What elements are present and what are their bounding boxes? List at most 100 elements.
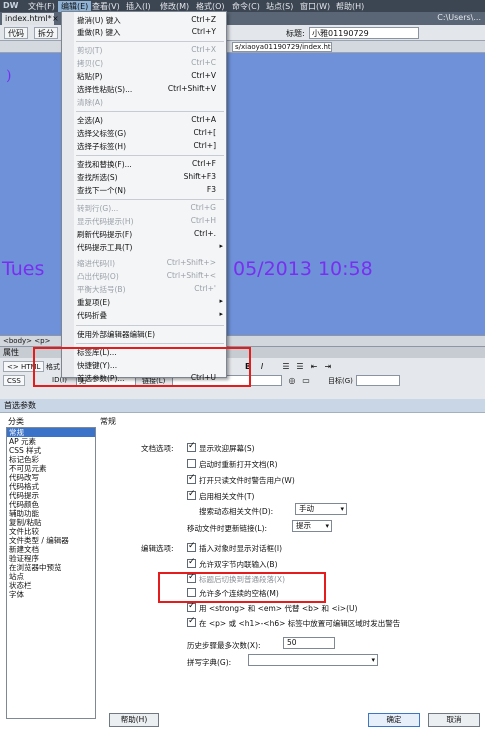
menu-item-paste[interactable]: 粘贴(P) Ctrl+V xyxy=(62,70,226,83)
menu-separator xyxy=(76,325,224,326)
category-item-new-document[interactable]: 新建文档 xyxy=(7,545,95,554)
canvas-ring-text: ) xyxy=(6,68,12,84)
menu-item-go-to-line[interactable]: 转到行(G)... Ctrl+G xyxy=(62,202,226,215)
edit-menu-dropdown: 撤消(U) 键入 Ctrl+Z 重做(R) 键入 Ctrl+Y 剪切(T) Ctrl+… xyxy=(61,11,227,383)
highlight-box-multiple-spaces xyxy=(158,572,326,603)
spelling-dictionary-label: 拼写字典(G): xyxy=(187,658,232,667)
address-input[interactable]: s/xiaoya01190729/index.htm xyxy=(232,42,332,52)
menu-help[interactable]: 帮助(H) xyxy=(336,1,364,12)
help-button[interactable]: 帮助(H) xyxy=(109,713,159,727)
menu-separator xyxy=(76,111,224,112)
split-view-button[interactable]: 拆分 xyxy=(34,27,58,39)
close-icon[interactable]: × xyxy=(52,13,59,25)
category-item-code-coloring[interactable]: 代码颜色 xyxy=(7,500,95,509)
category-item-code-hints[interactable]: 代码提示 xyxy=(7,491,95,500)
target-label: 目标(G) xyxy=(328,377,353,385)
title-label: 标题: xyxy=(286,29,305,38)
category-item-file-types-editors[interactable]: 文件类型 / 编辑器 xyxy=(7,536,95,545)
document-tab[interactable]: index.html* × xyxy=(2,13,59,25)
category-item-code-format[interactable]: 代码格式 xyxy=(7,482,95,491)
menu-item-outdent-code[interactable]: 凸出代码(O) Ctrl+Shift+< xyxy=(62,270,226,283)
menu-item-balance-braces[interactable]: 平衡大括号(B) Ctrl+' xyxy=(62,283,226,296)
menu-item-indent-code[interactable]: 缩进代码(I) Ctrl+Shift+> xyxy=(62,257,226,270)
category-item-file-compare[interactable]: 文件比较 xyxy=(7,527,95,536)
category-item-invisible-elements[interactable]: 不可见元素 xyxy=(7,464,95,473)
category-item-code-rewriting[interactable]: 代码改写 xyxy=(7,473,95,482)
menu-item-cut[interactable]: 剪切(T) Ctrl+X xyxy=(62,44,226,57)
checkbox[interactable] xyxy=(187,441,196,452)
dw-logo: DW xyxy=(3,1,19,10)
history-steps-label: 历史步骤最多次数(X): xyxy=(187,641,261,650)
category-item-validator[interactable]: 验证程序 xyxy=(7,554,95,563)
checkbox[interactable] xyxy=(187,473,196,484)
menu-item-find-replace[interactable]: 查找和替换(F)... Ctrl+F xyxy=(62,158,226,171)
menu-separator xyxy=(76,155,224,156)
menu-item-find-selection[interactable]: 查找所选(S) Shift+F3 xyxy=(62,171,226,184)
menu-item-select-all[interactable]: 全选(A) Ctrl+A xyxy=(62,114,226,127)
browse-folder-icon[interactable]: ▭ xyxy=(300,375,312,386)
category-item-copy-paste[interactable]: 复制/粘贴 xyxy=(7,518,95,527)
cancel-button[interactable]: 取消 xyxy=(428,713,480,727)
category-item-highlighting[interactable]: 标记色彩 xyxy=(7,455,95,464)
highlight-box-preferences xyxy=(33,347,251,387)
ok-button[interactable]: 确定 xyxy=(368,713,420,727)
menu-item-code-collapse[interactable]: 代码折叠 ▸ xyxy=(62,309,226,322)
history-steps-input[interactable]: 50 xyxy=(283,637,335,649)
move-update-select[interactable]: 提示 ▾ xyxy=(292,520,332,532)
menu-item-code-hint-tools[interactable]: 代码提示工具(T) ▸ xyxy=(62,241,226,254)
menu-item-paste-special[interactable]: 选择性粘贴(S)... Ctrl+Shift+V xyxy=(62,83,226,96)
checkbox[interactable] xyxy=(187,601,196,612)
category-item-fonts[interactable]: 字体 xyxy=(7,590,95,599)
checkbox[interactable] xyxy=(187,557,196,568)
menu-item-copy[interactable]: 拷贝(C) Ctrl+C xyxy=(62,57,226,70)
menu-site[interactable]: 站点(S) xyxy=(266,1,293,12)
indent-icon[interactable]: ⇥ xyxy=(322,361,334,372)
menu-item-select-parent-tag[interactable]: 选择父标签(G) Ctrl+[ xyxy=(62,127,226,140)
search-related-select[interactable]: 手动 ▾ xyxy=(295,503,347,515)
menu-item-show-code-hints[interactable]: 显示代码提示(H) Ctrl+H xyxy=(62,215,226,228)
menu-item-repeating-entries[interactable]: 重复项(E) ▸ xyxy=(62,296,226,309)
canvas-date-right: 05/2013 10:58 xyxy=(233,258,373,280)
menu-item-clear[interactable]: 清除(A) xyxy=(62,96,226,109)
category-item-general[interactable]: 常规 xyxy=(7,428,95,437)
menu-item-refresh-code-hints[interactable]: 刷新代码提示(F) Ctrl+. xyxy=(62,228,226,241)
italic-button[interactable]: I xyxy=(256,361,268,372)
menu-commands[interactable]: 命令(C) xyxy=(232,1,260,12)
code-view-button[interactable]: 代码 xyxy=(4,27,28,39)
category-item-css-styles[interactable]: CSS 样式 xyxy=(7,446,95,455)
checkbox[interactable] xyxy=(187,616,196,627)
checkbox[interactable] xyxy=(187,541,196,552)
chevron-down-icon: ▾ xyxy=(340,505,344,513)
category-list[interactable]: 常规 AP 元素 CSS 样式 标记色彩 不可见元素 代码改写 代码格式 代码提… xyxy=(6,427,96,719)
menu-file[interactable]: 文件(F) xyxy=(28,1,55,12)
target-select[interactable] xyxy=(356,375,400,386)
menu-item-redo[interactable]: 重做(R) 键入 Ctrl+Y xyxy=(62,26,226,39)
menu-separator xyxy=(76,199,224,200)
spelling-dictionary-select[interactable]: ▾ xyxy=(248,654,378,666)
menu-window[interactable]: 窗口(W) xyxy=(300,1,330,12)
category-item-preview-in-browser[interactable]: 在浏览器中预览 xyxy=(7,563,95,572)
point-to-file-icon[interactable]: ◎ xyxy=(286,375,298,386)
title-input[interactable]: 小雅01190729 xyxy=(309,27,419,39)
ordered-list-icon[interactable]: ☰ xyxy=(294,361,306,372)
css-tab[interactable]: CSS xyxy=(3,375,25,386)
checkbox[interactable] xyxy=(187,489,196,500)
category-item-status-bar[interactable]: 状态栏 xyxy=(7,581,95,590)
submenu-arrow-icon: ▸ xyxy=(219,297,223,305)
category-header: 分类 xyxy=(8,417,24,426)
chevron-down-icon: ▾ xyxy=(371,656,375,664)
menu-item-select-child-tag[interactable]: 选择子标签(H) Ctrl+] xyxy=(62,140,226,153)
checkbox[interactable] xyxy=(187,459,196,468)
section-title: 常规 xyxy=(100,417,116,426)
category-item-site[interactable]: 站点 xyxy=(7,572,95,581)
unordered-list-icon[interactable]: ☰ xyxy=(280,361,292,372)
category-item-accessibility[interactable]: 辅助功能 xyxy=(7,509,95,518)
menu-item-external-editor[interactable]: 使用外部编辑器编辑(E) xyxy=(62,328,226,341)
search-related-label: 搜索动态相关文件(D): xyxy=(199,507,274,516)
menu-item-find-next[interactable]: 查找下一个(N) F3 xyxy=(62,184,226,197)
canvas-date-left: Tues xyxy=(2,258,45,280)
category-item-ap-elements[interactable]: AP 元素 xyxy=(7,437,95,446)
move-update-label: 移动文件时更新链接(L): xyxy=(187,524,268,533)
outdent-icon[interactable]: ⇤ xyxy=(308,361,320,372)
dialog-title: 首选参数 xyxy=(0,399,485,413)
